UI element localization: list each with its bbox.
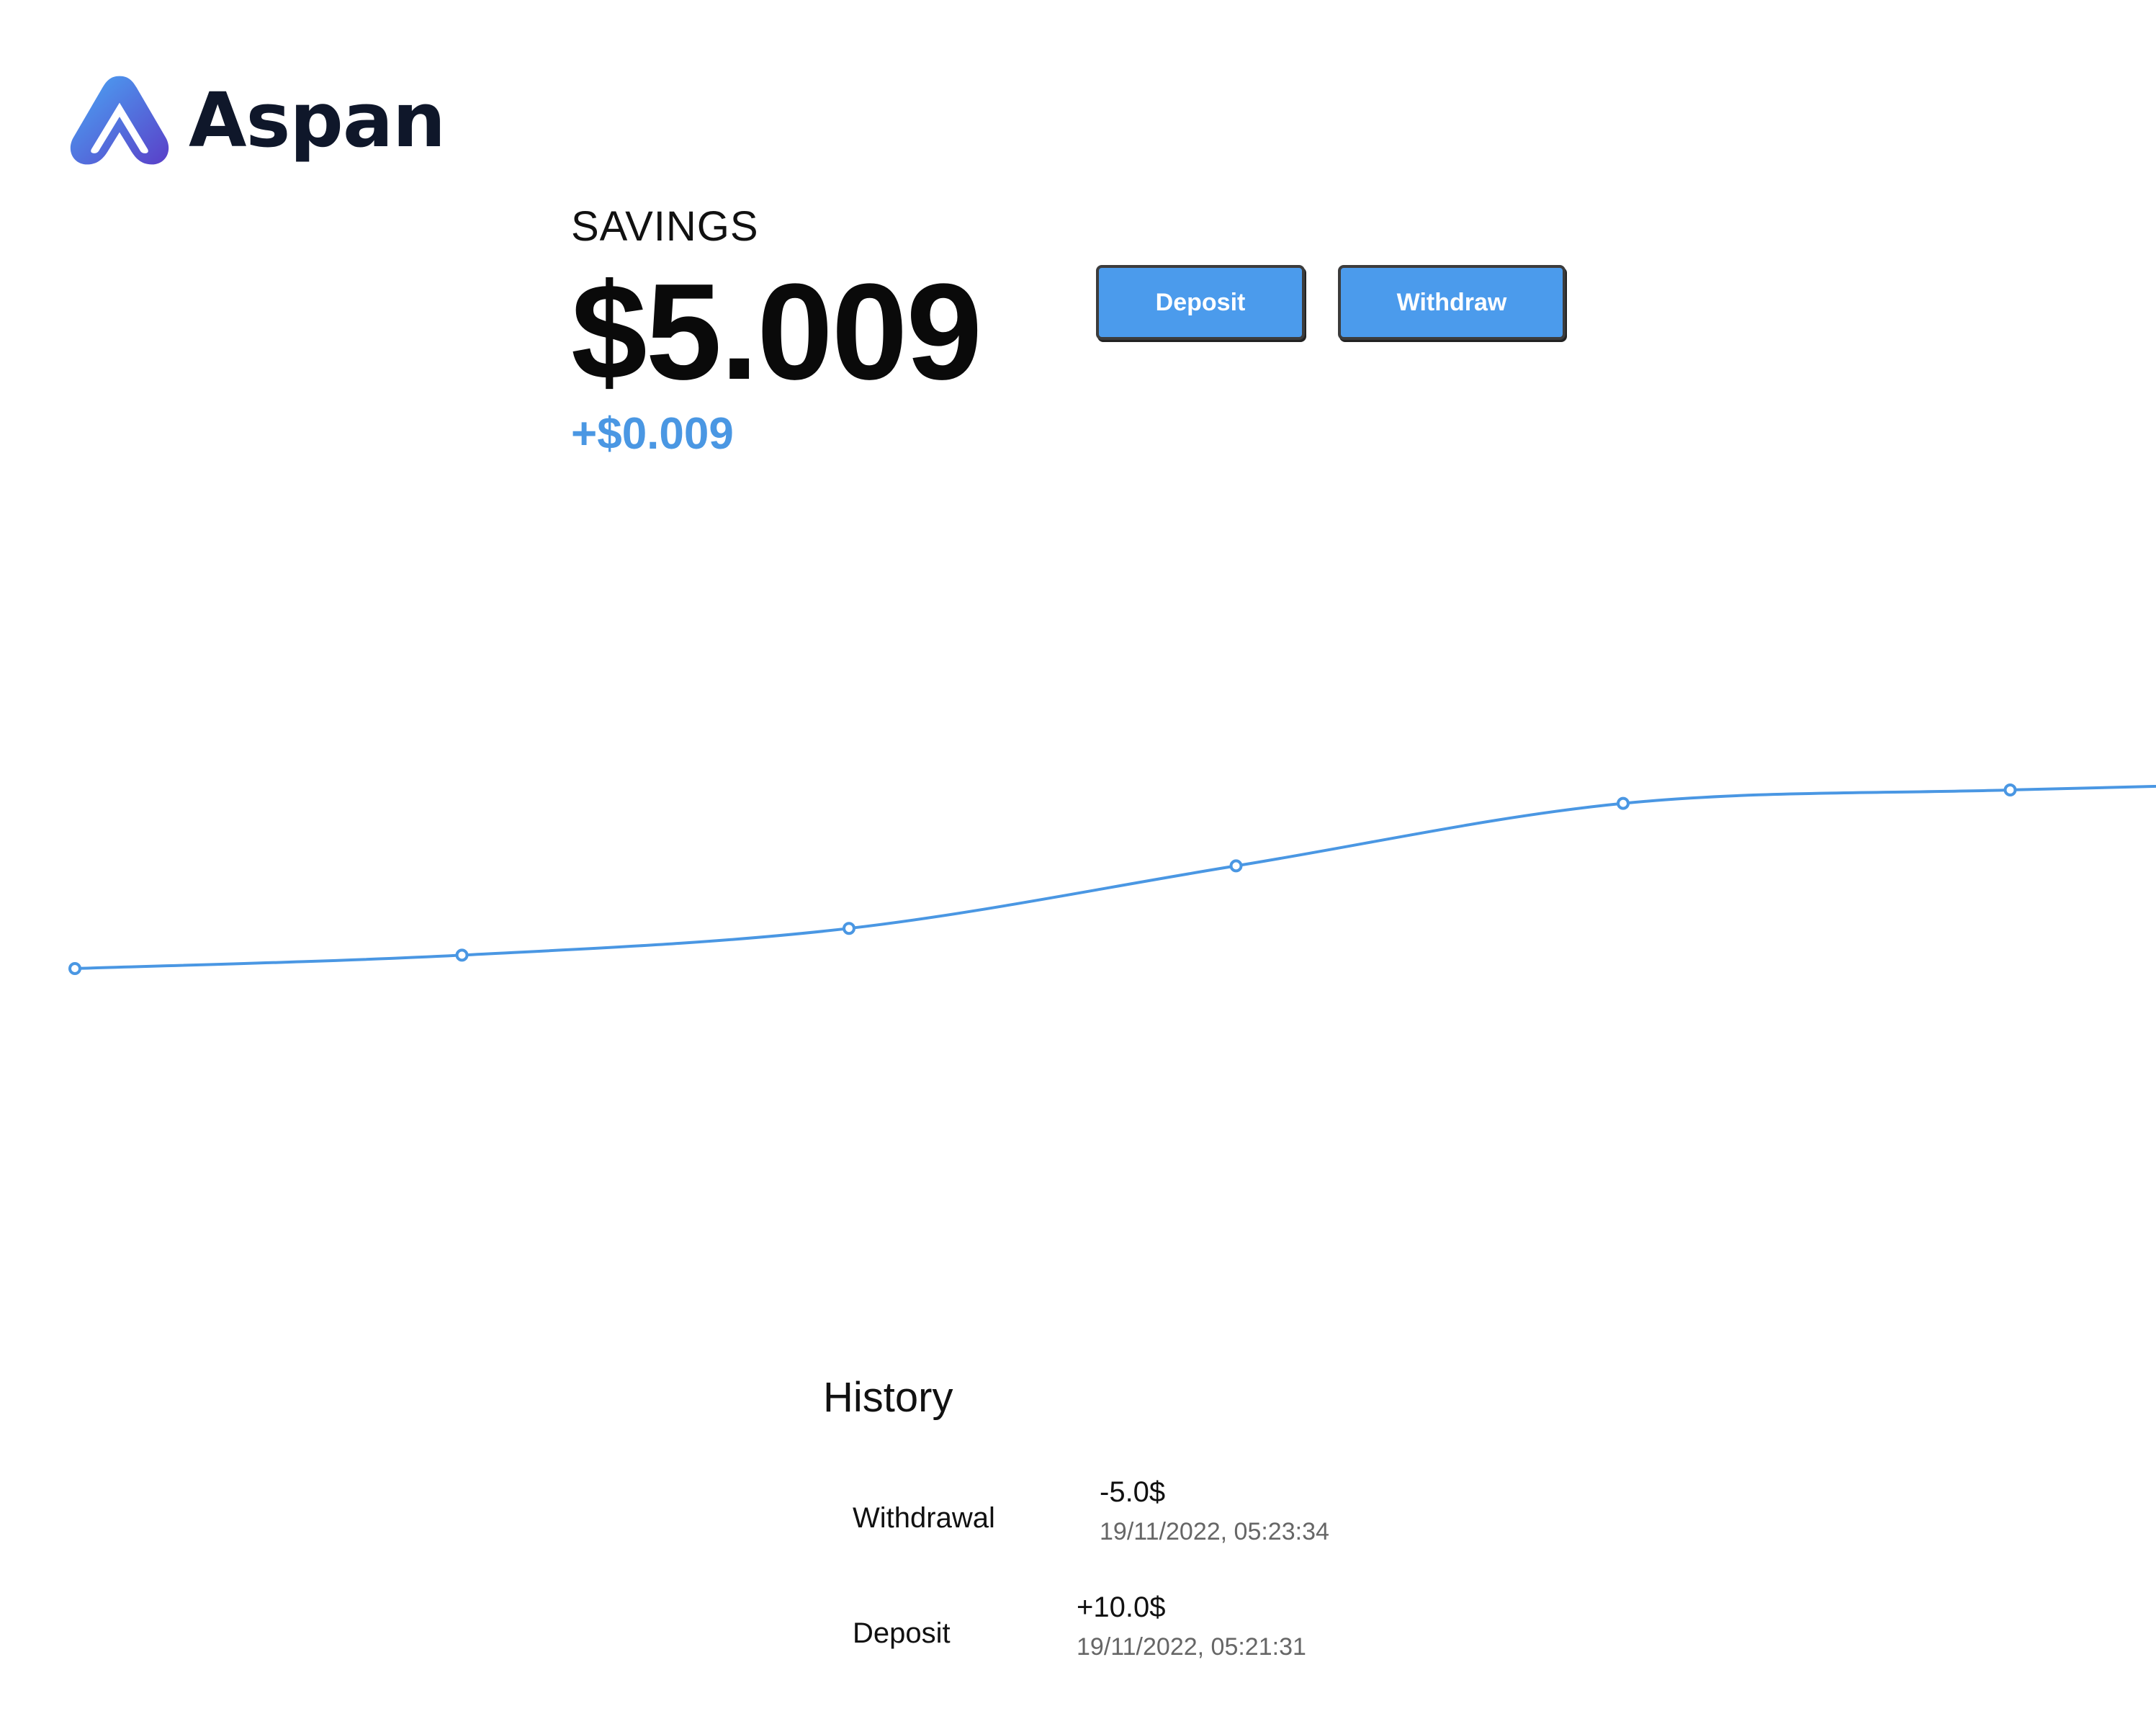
history-section: History Withdrawal -5.0$ 19/11/2022, 05:… [823, 1377, 1471, 1707]
savings-line-chart [68, 783, 2156, 975]
data-point[interactable] [1617, 796, 1630, 810]
history-amount: +10.0$ [1077, 1591, 1166, 1623]
history-item: Withdrawal -5.0$ 19/11/2022, 05:23:34 [823, 1476, 1471, 1591]
series-line [74, 784, 2156, 970]
deposit-button[interactable]: Deposit [1096, 265, 1305, 340]
history-title: History [823, 1374, 953, 1421]
savings-page: Aspan SAVINGS $5.009 +$0.009 Deposit Wit… [0, 0, 2156, 1711]
history-amount: -5.0$ [1100, 1476, 1166, 1508]
history-list: Withdrawal -5.0$ 19/11/2022, 05:23:34 De… [823, 1476, 1471, 1707]
balance-change: +$0.009 [571, 409, 734, 459]
data-point[interactable] [2003, 783, 2017, 796]
history-timestamp: 19/11/2022, 05:21:31 [1077, 1633, 1306, 1661]
withdraw-button[interactable]: Withdraw [1338, 265, 1566, 340]
data-point[interactable] [843, 922, 855, 935]
brand-name: Aspan [189, 76, 446, 164]
history-type: Deposit [853, 1617, 951, 1649]
account-label: SAVINGS [571, 203, 759, 250]
account-actions: Deposit Withdraw [1096, 265, 1566, 340]
data-point[interactable] [455, 948, 469, 962]
brand[interactable]: Aspan [63, 66, 446, 174]
history-timestamp: 19/11/2022, 05:23:34 [1100, 1518, 1329, 1545]
aspan-logo-icon [70, 76, 169, 165]
account-balance: $5.009 [571, 256, 982, 408]
history-type: Withdrawal [853, 1502, 995, 1534]
history-item: Deposit +10.0$ 19/11/2022, 05:21:31 [823, 1591, 1471, 1707]
data-point[interactable] [1229, 859, 1243, 873]
data-point[interactable] [68, 962, 81, 975]
account-summary: SAVINGS $5.009 +$0.009 [571, 203, 982, 459]
